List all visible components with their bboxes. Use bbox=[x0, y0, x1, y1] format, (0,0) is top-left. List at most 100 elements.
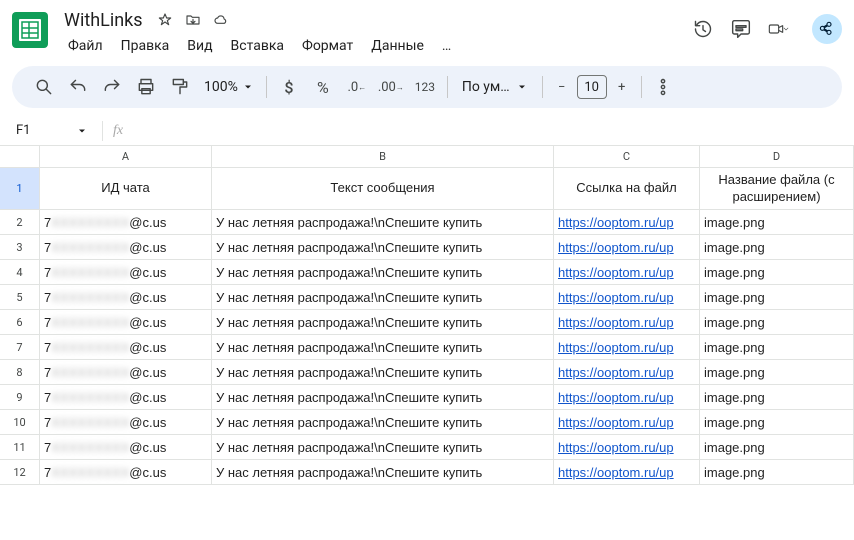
share-button[interactable] bbox=[812, 14, 842, 44]
cell-filename[interactable]: image.png bbox=[700, 210, 854, 235]
cell-link[interactable]: https://ooptom.ru/up bbox=[554, 435, 700, 460]
table-row[interactable]: 7XXXXXXXXX@c.usУ нас летняя распродажа!\… bbox=[40, 235, 854, 260]
spreadsheet-grid[interactable]: 1 23456789101112 ABCD ИД чата Текст сооб… bbox=[0, 146, 854, 485]
row-header[interactable]: 5 bbox=[0, 285, 40, 310]
cell-link[interactable]: https://ooptom.ru/up bbox=[554, 460, 700, 485]
cell-chat-id[interactable]: 7XXXXXXXXX@c.us bbox=[40, 360, 212, 385]
paint-format-icon[interactable] bbox=[164, 72, 196, 102]
table-row[interactable]: 7XXXXXXXXX@c.usУ нас летняя распродажа!\… bbox=[40, 360, 854, 385]
cell-link[interactable]: https://ooptom.ru/up bbox=[554, 360, 700, 385]
row-header[interactable]: 9 bbox=[0, 385, 40, 410]
cell-chat-id[interactable]: 7XXXXXXXXX@c.us bbox=[40, 410, 212, 435]
table-row[interactable]: 7XXXXXXXXX@c.usУ нас летняя распродажа!\… bbox=[40, 310, 854, 335]
cell-filename[interactable]: image.png bbox=[700, 385, 854, 410]
menu-item[interactable]: Вид bbox=[179, 34, 220, 58]
menu-item[interactable]: Файл bbox=[60, 34, 111, 58]
table-row[interactable]: 7XXXXXXXXX@c.usУ нас летняя распродажа!\… bbox=[40, 460, 854, 485]
cell-chat-id[interactable]: 7XXXXXXXXX@c.us bbox=[40, 235, 212, 260]
cell-chat-id[interactable]: 7XXXXXXXXX@c.us bbox=[40, 310, 212, 335]
fontsize-input[interactable]: 10 bbox=[577, 75, 607, 99]
table-row[interactable]: 7XXXXXXXXX@c.usУ нас летняя распродажа!\… bbox=[40, 385, 854, 410]
redo-icon[interactable] bbox=[96, 72, 128, 102]
doc-title[interactable]: WithLinks bbox=[60, 10, 147, 31]
row-header[interactable]: 1 bbox=[0, 168, 40, 210]
cell-chat-id[interactable]: 7XXXXXXXXX@c.us bbox=[40, 460, 212, 485]
cell-message[interactable]: У нас летняя распродажа!\nСпешите купить bbox=[212, 385, 554, 410]
toolbar-more-icon[interactable] bbox=[648, 72, 678, 102]
cell-message[interactable]: У нас летняя распродажа!\nСпешите купить bbox=[212, 260, 554, 285]
cloud-icon[interactable] bbox=[213, 11, 231, 29]
cell-link[interactable]: https://ooptom.ru/up bbox=[554, 260, 700, 285]
row-header[interactable]: 6 bbox=[0, 310, 40, 335]
increase-decimal-icon[interactable]: .00→ bbox=[375, 72, 407, 102]
number-format-icon[interactable]: 123 bbox=[409, 72, 441, 102]
row-header[interactable]: 12 bbox=[0, 460, 40, 485]
table-row[interactable]: 7XXXXXXXXX@c.usУ нас летняя распродажа!\… bbox=[40, 210, 854, 235]
cell-message[interactable]: У нас летняя распродажа!\nСпешите купить bbox=[212, 235, 554, 260]
header-cell[interactable]: Текст сообщения bbox=[212, 168, 554, 210]
cell-filename[interactable]: image.png bbox=[700, 460, 854, 485]
move-icon[interactable] bbox=[185, 11, 203, 29]
table-row[interactable]: 7XXXXXXXXX@c.usУ нас летняя распродажа!\… bbox=[40, 335, 854, 360]
cell-link[interactable]: https://ooptom.ru/up bbox=[554, 310, 700, 335]
cell-filename[interactable]: image.png bbox=[700, 285, 854, 310]
print-icon[interactable] bbox=[130, 72, 162, 102]
menu-item[interactable]: Вставка bbox=[223, 34, 292, 58]
zoom-select[interactable]: 100% bbox=[198, 79, 260, 95]
cell-link[interactable]: https://ooptom.ru/up bbox=[554, 235, 700, 260]
row-header[interactable]: 11 bbox=[0, 435, 40, 460]
column-header[interactable]: B bbox=[212, 146, 554, 168]
table-row[interactable]: 7XXXXXXXXX@c.usУ нас летняя распродажа!\… bbox=[40, 435, 854, 460]
font-select[interactable]: По ум… bbox=[454, 79, 536, 95]
select-all-corner[interactable] bbox=[0, 146, 40, 168]
cell-message[interactable]: У нас летняя распродажа!\nСпешите купить bbox=[212, 210, 554, 235]
cell-chat-id[interactable]: 7XXXXXXXXX@c.us bbox=[40, 335, 212, 360]
table-row[interactable]: 7XXXXXXXXX@c.usУ нас летняя распродажа!\… bbox=[40, 260, 854, 285]
name-box[interactable]: F1 bbox=[8, 123, 96, 138]
cell-message[interactable]: У нас летняя распродажа!\nСпешите купить bbox=[212, 335, 554, 360]
comments-icon[interactable] bbox=[730, 18, 752, 40]
row-header[interactable]: 3 bbox=[0, 235, 40, 260]
cell-link[interactable]: https://ooptom.ru/up bbox=[554, 335, 700, 360]
cell-filename[interactable]: image.png bbox=[700, 310, 854, 335]
cell-message[interactable]: У нас летняя распродажа!\nСпешите купить bbox=[212, 435, 554, 460]
row-header[interactable]: 7 bbox=[0, 335, 40, 360]
cell-message[interactable]: У нас летняя распродажа!\nСпешите купить bbox=[212, 360, 554, 385]
table-row[interactable]: 7XXXXXXXXX@c.usУ нас летняя распродажа!\… bbox=[40, 410, 854, 435]
cell-message[interactable]: У нас летняя распродажа!\nСпешите купить bbox=[212, 310, 554, 335]
cell-filename[interactable]: image.png bbox=[700, 410, 854, 435]
cell-chat-id[interactable]: 7XXXXXXXXX@c.us bbox=[40, 210, 212, 235]
cell-filename[interactable]: image.png bbox=[700, 360, 854, 385]
column-header[interactable]: D bbox=[700, 146, 854, 168]
search-icon[interactable] bbox=[28, 72, 60, 102]
cell-message[interactable]: У нас летняя распродажа!\nСпешите купить bbox=[212, 460, 554, 485]
row-header[interactable]: 8 bbox=[0, 360, 40, 385]
cell-link[interactable]: https://ooptom.ru/up bbox=[554, 210, 700, 235]
star-icon[interactable] bbox=[157, 11, 175, 29]
cell-filename[interactable]: image.png bbox=[700, 435, 854, 460]
video-icon[interactable] bbox=[768, 18, 790, 40]
cell-chat-id[interactable]: 7XXXXXXXXX@c.us bbox=[40, 435, 212, 460]
cell-filename[interactable]: image.png bbox=[700, 335, 854, 360]
sheets-logo[interactable] bbox=[12, 12, 48, 48]
row-header[interactable]: 4 bbox=[0, 260, 40, 285]
history-icon[interactable] bbox=[692, 18, 714, 40]
menu-item[interactable]: Формат bbox=[294, 34, 361, 58]
column-header[interactable]: A bbox=[40, 146, 212, 168]
cell-link[interactable]: https://ooptom.ru/up bbox=[554, 385, 700, 410]
cell-link[interactable]: https://ooptom.ru/up bbox=[554, 285, 700, 310]
cell-message[interactable]: У нас летняя распродажа!\nСпешите купить bbox=[212, 285, 554, 310]
header-cell[interactable]: ИД чата bbox=[40, 168, 212, 210]
percent-icon[interactable]: % bbox=[307, 72, 339, 102]
menu-item[interactable]: Правка bbox=[113, 34, 178, 58]
cell-chat-id[interactable]: 7XXXXXXXXX@c.us bbox=[40, 385, 212, 410]
cell-filename[interactable]: image.png bbox=[700, 235, 854, 260]
cell-message[interactable]: У нас летняя распродажа!\nСпешите купить bbox=[212, 410, 554, 435]
header-cell[interactable]: Название файла (с расширением) bbox=[700, 168, 854, 210]
undo-icon[interactable] bbox=[62, 72, 94, 102]
row-header[interactable]: 2 bbox=[0, 210, 40, 235]
decrease-decimal-icon[interactable]: .0← bbox=[341, 72, 373, 102]
fontsize-increase-button[interactable]: + bbox=[609, 72, 635, 102]
header-cell[interactable]: Ссылка на файл bbox=[554, 168, 700, 210]
menu-item[interactable]: … bbox=[434, 34, 459, 58]
